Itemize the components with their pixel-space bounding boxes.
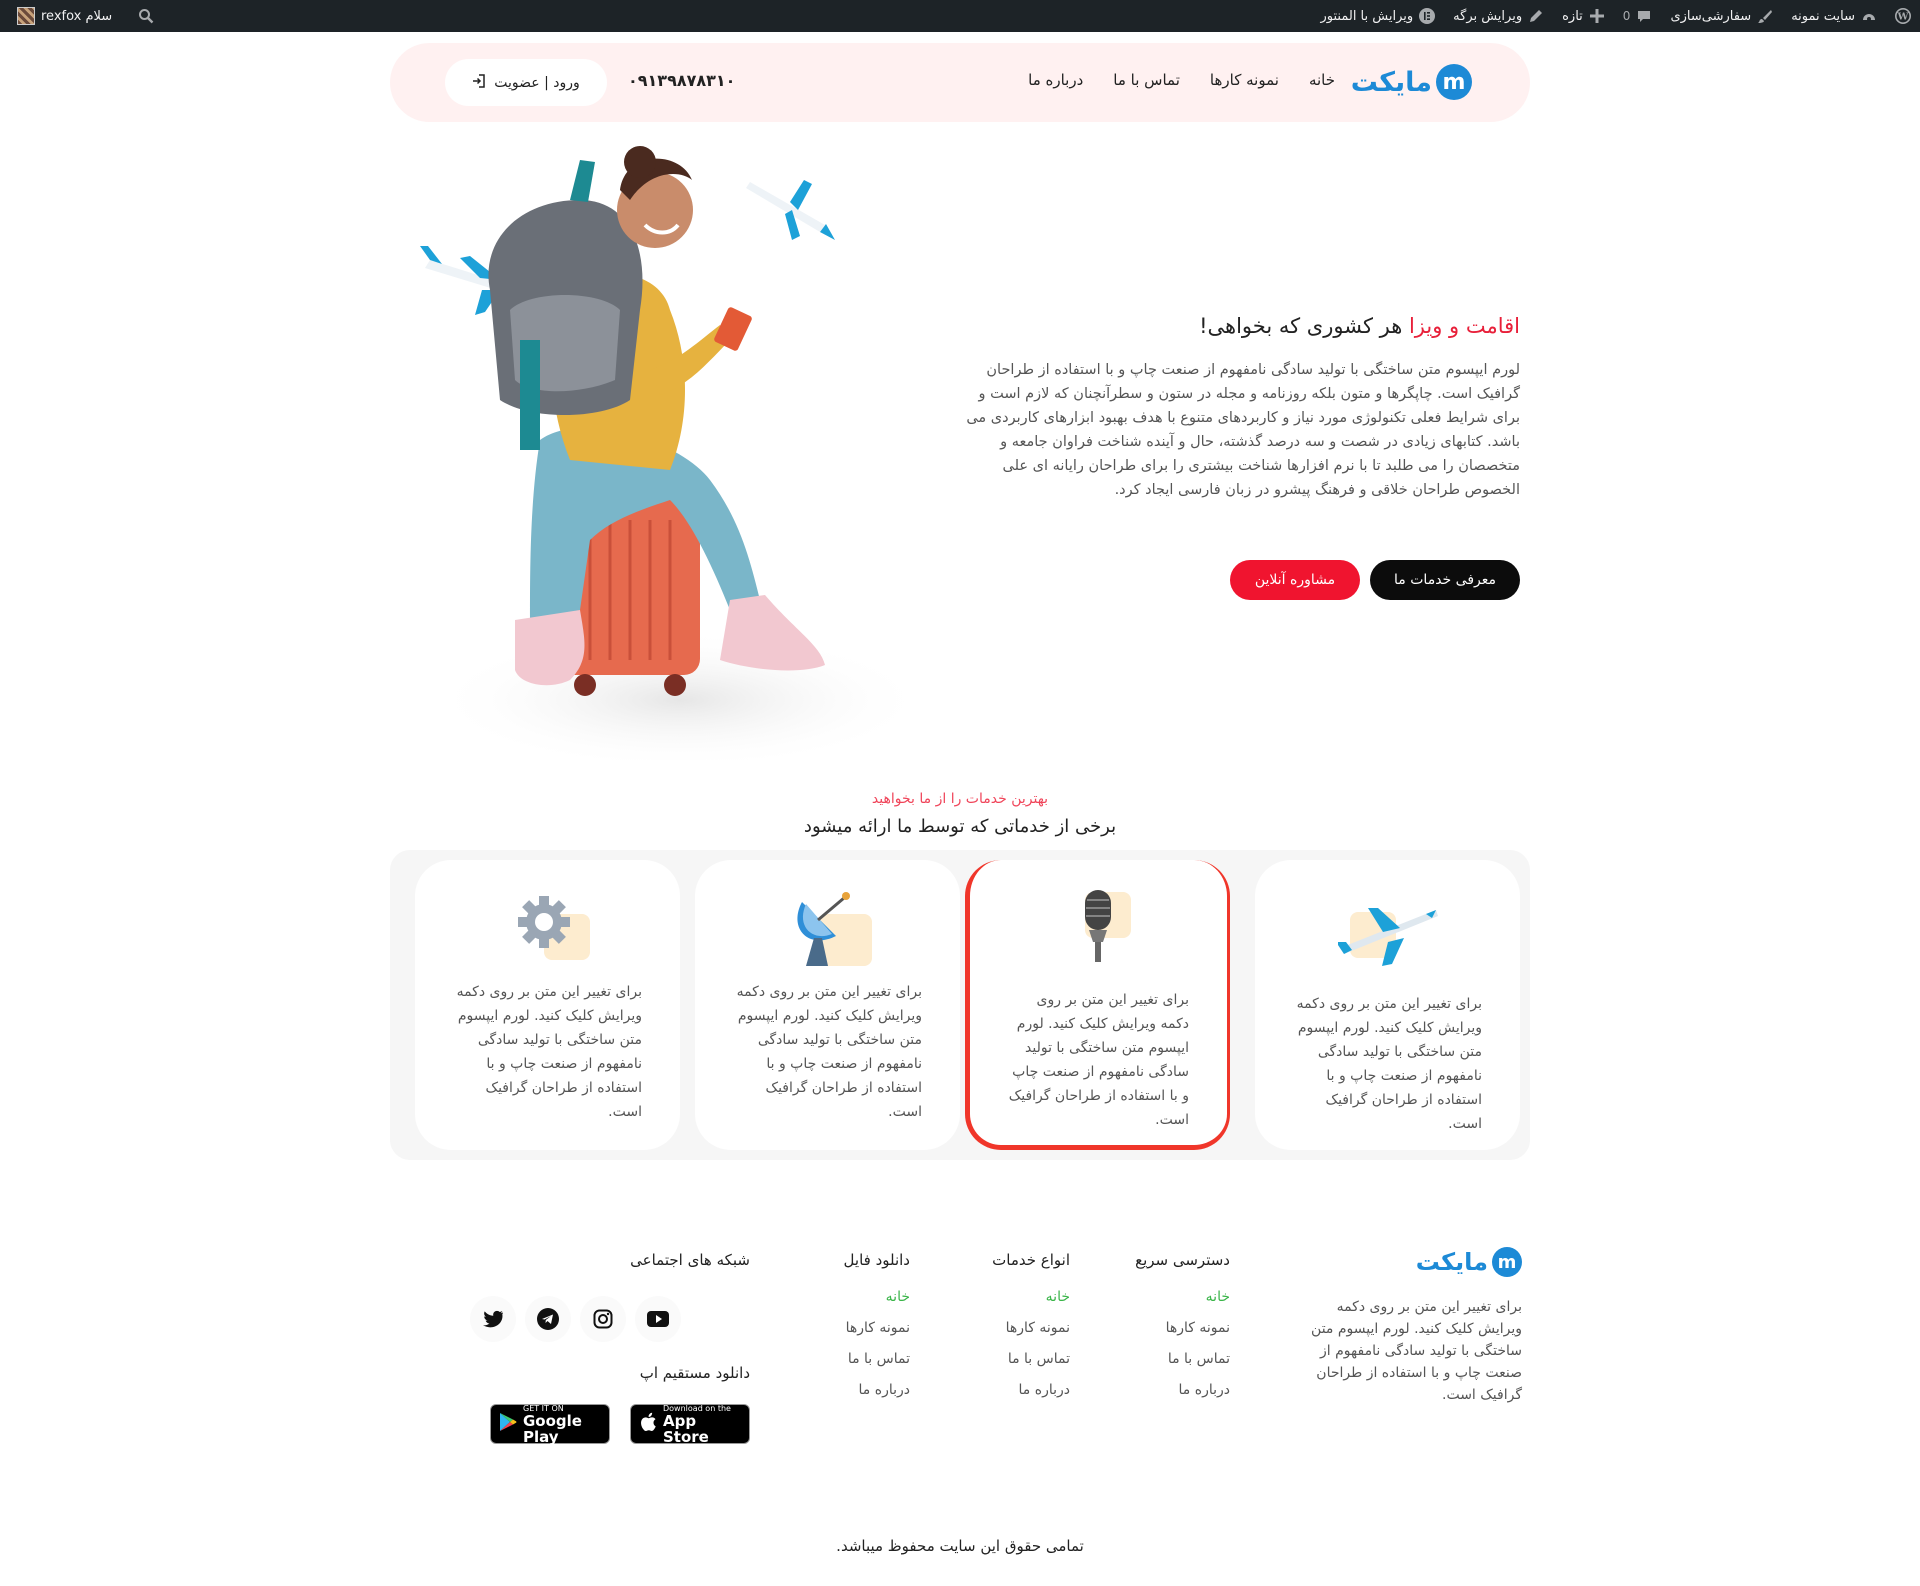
edit-page-link[interactable]: ویرایش برگه	[1444, 0, 1553, 32]
google-play-icon	[499, 1412, 517, 1436]
elementor-label: ویرایش با المنتور	[1320, 8, 1414, 24]
comment-icon	[1636, 8, 1652, 24]
site-name-label: سایت نمونه	[1791, 8, 1855, 24]
service-card-text: برای تغییر این متن بر روی دکمه ویرایش کل…	[456, 984, 642, 1120]
dashboard-icon	[1861, 8, 1877, 24]
footer-link[interactable]: نمونه کارها	[1135, 1320, 1230, 1351]
elementor-link[interactable]: ویرایش با المنتور	[1312, 0, 1445, 32]
copyright: تمامی حقوق این سایت محفوظ میباشد.	[836, 1537, 1084, 1555]
hero-title-rest: هر کشوری که بخواهی!	[1199, 314, 1409, 338]
avatar	[17, 7, 35, 25]
comments-count: 0	[1622, 9, 1631, 23]
twitter-icon[interactable]	[470, 1296, 516, 1342]
elementor-icon	[1419, 8, 1436, 24]
nav-item-about[interactable]: درباره ما	[1028, 71, 1083, 89]
login-label: ورود | عضویت	[494, 74, 580, 91]
site-logo[interactable]: m مایکت	[1351, 64, 1472, 100]
services-subtitle: بهترین خدمات را از ما بخواهید	[871, 791, 1049, 807]
search-icon	[138, 8, 154, 24]
airplane-right-icon	[746, 180, 835, 240]
greeting-label: سلام rexfox	[41, 8, 113, 24]
edit-page-label: ویرایش برگه	[1453, 8, 1523, 24]
footer-logo-mark: m	[1492, 1247, 1522, 1277]
service-card-text: برای تغییر این متن بر روی دکمه ویرایش کل…	[1008, 992, 1189, 1128]
footer-column-title: دانلود فایل	[843, 1251, 910, 1269]
footer-link[interactable]: تماس با ما	[992, 1351, 1070, 1382]
app-store-label: App Store	[663, 1411, 709, 1446]
footer-column-services: انواع خدمات خانه نمونه کارها تماس با ما …	[992, 1251, 1070, 1413]
footer-link[interactable]: درباره ما	[844, 1382, 910, 1413]
brush-icon	[1757, 8, 1773, 24]
hero-traveler-illustration	[420, 146, 930, 760]
wordpress-icon: W	[1895, 8, 1911, 24]
customize-link[interactable]: سفارشی‌سازی	[1661, 0, 1782, 32]
google-play-button[interactable]: GET IT ON Google Play	[490, 1404, 610, 1446]
footer-link[interactable]: درباره ما	[992, 1382, 1070, 1413]
telegram-icon[interactable]	[525, 1296, 571, 1342]
service-card-text: برای تغییر این متن بر روی دکمه ویرایش کل…	[1296, 996, 1482, 1132]
footer-column-title: دسترسی سریع	[1135, 1251, 1230, 1269]
services-button[interactable]: معرفی خدمات ما	[1370, 560, 1520, 600]
footer-link[interactable]: درباره ما	[1135, 1382, 1230, 1413]
admin-search[interactable]	[129, 0, 163, 32]
login-icon	[472, 73, 486, 92]
footer-logo-text: مایکت	[1415, 1248, 1488, 1276]
comments-link[interactable]: 0	[1614, 0, 1662, 32]
satellite-dish-icon	[778, 888, 878, 968]
footer-link[interactable]: خانه	[844, 1289, 910, 1320]
footer-logo[interactable]: m مایکت	[1416, 1247, 1522, 1277]
youtube-icon[interactable]	[635, 1296, 681, 1342]
footer-link[interactable]: نمونه کارها	[844, 1320, 910, 1351]
logo-text: مایکت	[1350, 66, 1432, 98]
logo-mark: m	[1436, 64, 1472, 100]
hero-description: لورم ایپسوم متن ساختگی با تولید سادگی نا…	[966, 362, 1520, 498]
hero-title-accent: اقامت و ویزا	[1408, 314, 1520, 338]
nav-item-contact[interactable]: تماس با ما	[1113, 71, 1180, 89]
customize-label: سفارشی‌سازی	[1670, 8, 1752, 24]
footer-column-quick-access: دسترسی سریع خانه نمونه کارها تماس با ما …	[1135, 1251, 1230, 1413]
site-header: m مایکت خانه نمونه کارها تماس با ما دربا…	[390, 43, 1530, 122]
nav-item-home[interactable]: خانه	[1309, 71, 1335, 89]
footer-link[interactable]: تماس با ما	[1135, 1351, 1230, 1382]
instagram-icon[interactable]	[580, 1296, 626, 1342]
pencil-icon	[1528, 8, 1544, 24]
microphone-icon	[1049, 888, 1149, 968]
svg-text:W: W	[1897, 12, 1909, 23]
footer-column-downloads: دانلود فایل خانه نمونه کارها تماس با ما …	[844, 1251, 910, 1413]
consult-button[interactable]: مشاوره آنلاین	[1230, 560, 1360, 600]
service-card-text: برای تغییر این متن بر روی دکمه ویرایش کل…	[736, 984, 922, 1120]
gear-icon	[498, 888, 598, 968]
service-card[interactable]: برای تغییر این متن بر روی دکمه ویرایش کل…	[695, 860, 960, 1150]
hero-title: اقامت و ویزا هر کشوری که بخواهی!	[1199, 314, 1520, 338]
google-play-label: Google Play	[523, 1411, 582, 1446]
footer-column-title: انواع خدمات	[992, 1251, 1070, 1269]
wp-logo-menu[interactable]: W	[1886, 0, 1920, 32]
site-name-menu[interactable]: سایت نمونه	[1782, 0, 1886, 32]
footer-link[interactable]: تماس با ما	[844, 1351, 910, 1382]
app-store-button[interactable]: Download on the App Store	[630, 1404, 750, 1446]
admin-bar: W سایت نمونه سفارشی‌سازی 0 تازه	[0, 0, 1920, 32]
service-card[interactable]: برای تغییر این متن بر روی دکمه ویرایش کل…	[1255, 860, 1520, 1150]
plus-icon	[1589, 8, 1605, 24]
airplane-icon	[1337, 898, 1438, 978]
phone-number: ۰۹۱۳۹۸۷۸۳۱۰	[628, 71, 736, 90]
service-card[interactable]: برای تغییر این متن بر روی دکمه ویرایش کل…	[415, 860, 680, 1150]
nav-item-portfolio[interactable]: نمونه کارها	[1210, 71, 1279, 89]
apple-icon	[639, 1411, 657, 1437]
social-title: شبکه های اجتماعی	[630, 1251, 750, 1269]
new-label: تازه	[1562, 8, 1583, 24]
service-card-active[interactable]: برای تغییر این متن بر روی دکمه ویرایش کل…	[965, 860, 1230, 1150]
main-nav: خانه نمونه کارها تماس با ما درباره ما	[1028, 71, 1335, 89]
services-title: برخی از خدماتی که توسط ما ارائه میشود	[803, 816, 1117, 837]
footer-link[interactable]: خانه	[1135, 1289, 1230, 1320]
footer-link[interactable]: خانه	[992, 1289, 1070, 1320]
footer-about: برای تغییر این متن بر روی دکمه ویرایش کل…	[1311, 1299, 1522, 1403]
login-button[interactable]: ورود | عضویت	[445, 59, 607, 106]
new-content-menu[interactable]: تازه	[1553, 0, 1614, 32]
footer-link[interactable]: نمونه کارها	[992, 1320, 1070, 1351]
app-download-title: دانلود مستقیم اپ	[639, 1364, 750, 1382]
my-account-menu[interactable]: سلام rexfox	[8, 0, 121, 32]
